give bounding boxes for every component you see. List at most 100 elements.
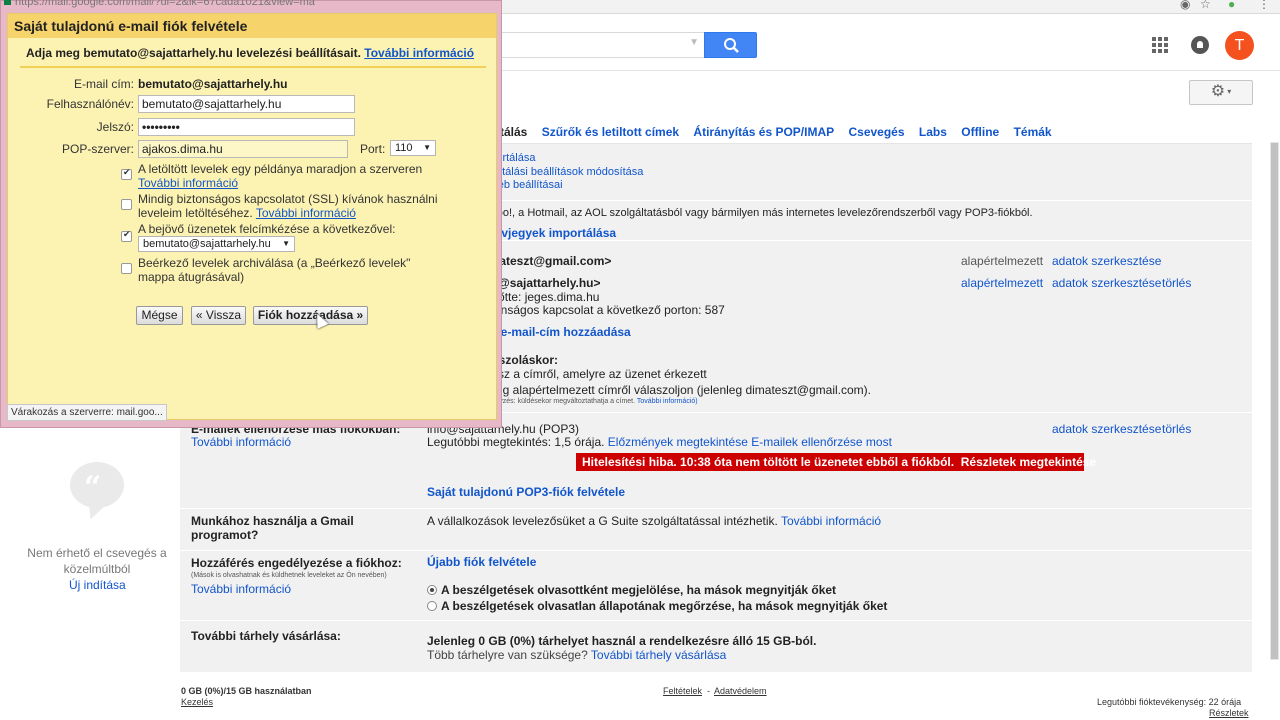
- search-options-icon[interactable]: ▼: [689, 37, 699, 48]
- tab-labs[interactable]: Labs: [919, 125, 947, 139]
- browser-menu-icon[interactable]: ⋮: [1258, 0, 1270, 11]
- storage-question: Több tárhelyre van szüksége? További tár…: [427, 648, 727, 662]
- archive-option: Beérkező levelek archiválása (a „Beérkez…: [138, 256, 411, 284]
- leave-copy-option: A letöltött levelek egy példánya maradjo…: [138, 162, 423, 190]
- storage-title: További tárhely vásárlása:: [191, 629, 341, 643]
- popup-subtitle: Adja meg bemutato@sajattarhely.hu levele…: [26, 46, 475, 60]
- archive-checkbox[interactable]: [121, 263, 132, 274]
- popup-url: https://mail.google.com/mail/?ui=2&ik=67…: [15, 0, 315, 8]
- manage-storage-link[interactable]: Kezelés: [181, 697, 213, 707]
- add-pop-account-link[interactable]: Saját tulajdonú POP3-fiók felvétele: [427, 485, 625, 499]
- row-divider: [180, 508, 1252, 509]
- tab-offline[interactable]: Offline: [961, 125, 999, 139]
- send-as-ssl: Biztonságos kapcsolat a következő porton…: [474, 303, 725, 317]
- error-details-link[interactable]: Részletek megtekintése: [961, 455, 1096, 469]
- email-value: bemutato@sajattarhely.hu: [138, 77, 288, 91]
- activity-details-link[interactable]: Részletek: [1209, 708, 1249, 718]
- scrollbar-thumb[interactable]: [1271, 143, 1278, 659]
- leave-copy-checkbox[interactable]: [121, 167, 132, 180]
- extension-icon[interactable]: ●: [1228, 0, 1235, 11]
- star-icon[interactable]: ☆: [1200, 0, 1211, 11]
- tab-forwarding[interactable]: Átirányítás és POP/IMAP: [693, 125, 834, 139]
- avatar[interactable]: T: [1225, 31, 1254, 60]
- popup-title: Saját tulajdonú e-mail fiók felvétele: [14, 18, 248, 34]
- loading-status: Várakozás a szerverre: mail.goo...: [7, 404, 167, 421]
- chat-restart-link[interactable]: Új indítása: [69, 578, 126, 592]
- row-divider: [180, 550, 1252, 551]
- access-more-info-link[interactable]: További információ: [191, 582, 291, 596]
- settings-gear-icon[interactable]: ⚙ ▾: [1189, 80, 1253, 105]
- edit-info-link[interactable]: adatok szerkesztése: [1052, 254, 1161, 268]
- default-label: alapértelmezett: [961, 254, 1044, 268]
- ssl-checkbox[interactable]: [121, 199, 132, 210]
- dropdown-arrow-icon: ▼: [423, 143, 431, 152]
- pop-server-field[interactable]: ajakos.dima.hu: [138, 140, 348, 158]
- password-label: Jelszó:: [96, 120, 134, 134]
- popup-content: Saját tulajdonú e-mail fiók felvétele Ad…: [7, 13, 497, 420]
- eye-icon[interactable]: ◉: [1180, 0, 1190, 11]
- search-input[interactable]: ▼: [480, 32, 705, 58]
- popup-titlebar: Saját tulajdonú e-mail fiók felvétele: [8, 14, 496, 38]
- access-option-2[interactable]: A beszélgetések olvasatlan állapotának m…: [427, 599, 887, 613]
- auth-error-banner: Hitelesítési hiba. 10:38 óta nem töltött…: [576, 453, 1096, 471]
- history-link[interactable]: Előzmények megtekintése: [608, 435, 748, 449]
- tab-chat[interactable]: Csevegés: [848, 125, 904, 139]
- quote-icon: “: [84, 470, 102, 505]
- edit-info-link[interactable]: adatok szerkesztése: [1052, 276, 1161, 290]
- label-checkbox[interactable]: [121, 229, 132, 242]
- notifications-icon[interactable]: [1191, 36, 1209, 54]
- lock-icon: [4, 0, 11, 5]
- chat-empty-text: Nem érhető el csevegés a közelmúltból: [27, 546, 167, 576]
- add-account-popup: https://mail.google.com/mail/?ui=2&ik=67…: [0, 0, 502, 428]
- reply-note: (Megjegyzés: küldésekor megváltoztathatj…: [474, 398, 698, 405]
- check-more-info-link[interactable]: További információ: [191, 435, 291, 449]
- delete-link[interactable]: törlés: [1162, 276, 1191, 290]
- popup-divider: [20, 66, 486, 68]
- access-title: Hozzáférés engedélyezése a fiókhoz:: [191, 556, 402, 570]
- tab-themes[interactable]: Témák: [1014, 125, 1052, 139]
- username-field[interactable]: bemutato@sajattarhely.hu: [138, 95, 355, 113]
- import-contacts-link[interactable]: Névjegyek importálása: [486, 226, 616, 240]
- search-button[interactable]: [704, 32, 757, 58]
- check-now-link[interactable]: E-mailek ellenőrzése most: [751, 435, 892, 449]
- port-label: Port:: [360, 142, 386, 156]
- work-more-info-link[interactable]: További információ: [781, 514, 881, 528]
- pop-edit-info-link[interactable]: adatok szerkesztése: [1052, 422, 1161, 436]
- cancel-button[interactable]: Mégse: [136, 306, 183, 325]
- tab-accounts[interactable]: tálás: [500, 125, 527, 139]
- radio-mark-read[interactable]: [427, 585, 437, 595]
- reply-more-info-link[interactable]: További információ): [637, 398, 698, 405]
- reply-option-1[interactable]: Válasz a címről, amelyre az üzenet érkez…: [474, 367, 707, 381]
- access-note: (Mások is olvashatnak és küldhetnek leve…: [191, 572, 387, 579]
- access-option-1[interactable]: A beszélgetések olvasottként megjelölése…: [427, 583, 836, 597]
- pop-delete-link[interactable]: törlés: [1162, 422, 1191, 436]
- storage-usage: 0 GB (0%)/15 GB használatban: [181, 686, 312, 696]
- radio-keep-unread[interactable]: [427, 601, 437, 611]
- settings-tabs: tálás Szűrők és letiltott címek Átirányí…: [500, 125, 1063, 139]
- apps-grid-icon[interactable]: [1152, 37, 1168, 53]
- leave-copy-info-link[interactable]: További információ: [138, 176, 238, 190]
- privacy-link[interactable]: Adatvédelem: [714, 686, 767, 696]
- username-label: Felhasználónév:: [46, 97, 134, 111]
- search-icon: [724, 38, 739, 53]
- back-button[interactable]: « Vissza: [191, 306, 246, 325]
- work-title: Munkához használja a Gmail programot?: [191, 514, 354, 542]
- label-option: A bejövő üzenetek felcímkézése a követke…: [138, 222, 396, 236]
- import-description: Yahoo!, a Hotmail, az AOL szolgáltatásbó…: [478, 207, 1033, 219]
- ssl-info-link[interactable]: További információ: [256, 206, 356, 220]
- make-default-link[interactable]: alapértelmezett: [961, 276, 1043, 290]
- ssl-option: Mindig biztonságos kapcsolatot (SSL) kív…: [138, 192, 438, 220]
- reply-option-2[interactable]: Mindig alapértelmezett címről válaszoljo…: [474, 383, 871, 397]
- password-field[interactable]: •••••••••: [138, 118, 355, 136]
- last-activity: Legutóbbi fióktevékenység: 22 órája: [1097, 697, 1242, 707]
- label-select[interactable]: bemutato@sajattarhely.hu ▼: [138, 236, 295, 252]
- port-select[interactable]: 110 ▼: [390, 140, 436, 156]
- dropdown-arrow-icon: ▼: [282, 239, 290, 248]
- terms-link[interactable]: Feltételek: [663, 686, 702, 696]
- buy-storage-link[interactable]: További tárhely vásárlása: [591, 648, 726, 662]
- tab-filters[interactable]: Szűrők és letiltott címek: [542, 125, 679, 139]
- work-description: A vállalkozások levelezősüket a G Suite …: [427, 514, 882, 528]
- popup-subtitle-link[interactable]: További információ: [364, 46, 474, 60]
- footer-separator: -: [707, 686, 710, 696]
- add-account-link[interactable]: Újabb fiók felvétele: [427, 555, 536, 569]
